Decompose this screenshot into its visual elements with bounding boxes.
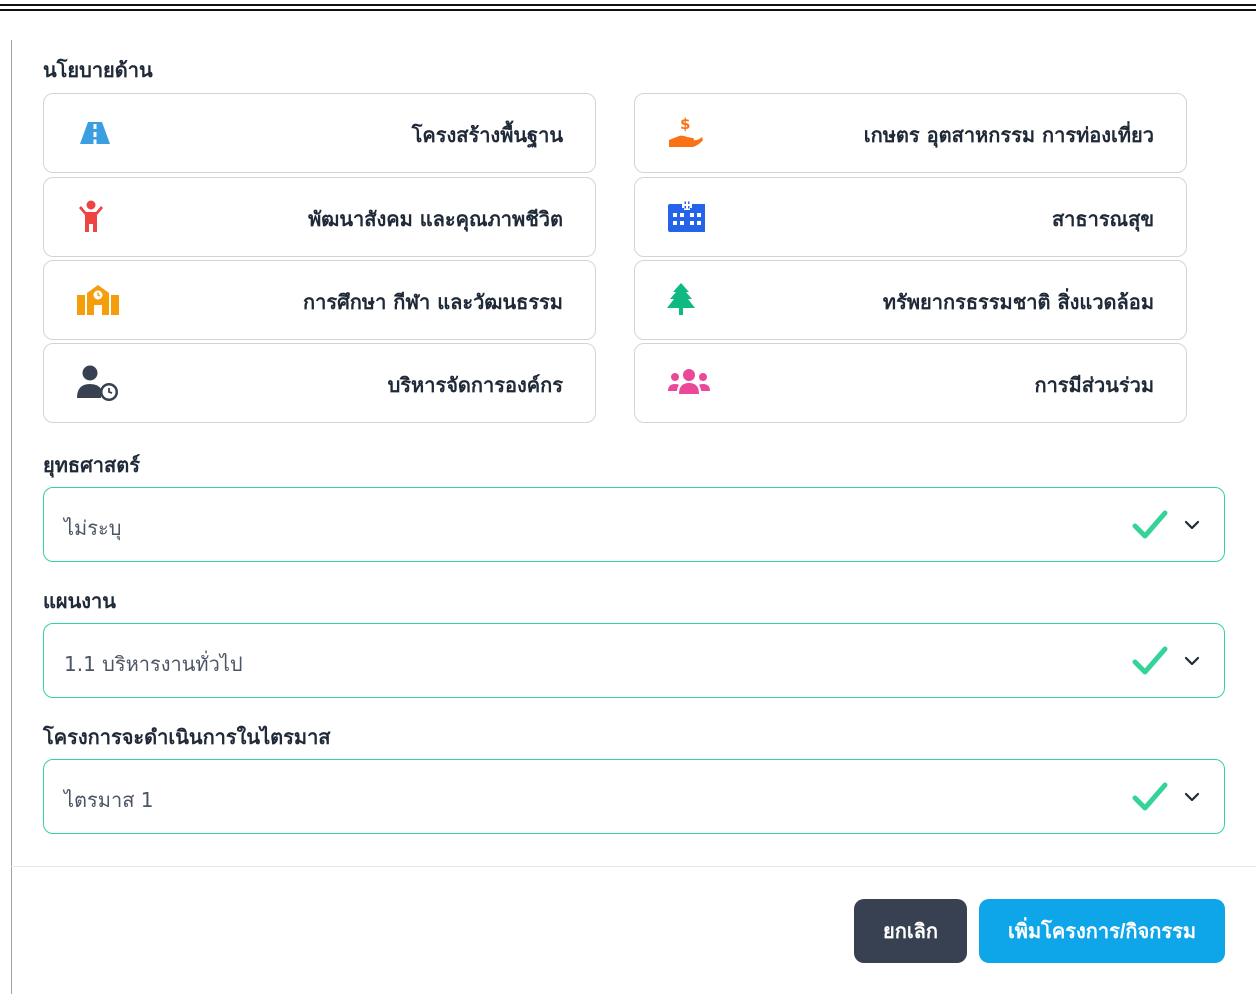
policy-card-label: โครงสร้างพื้นฐาน: [411, 123, 563, 147]
policy-card-education[interactable]: การศึกษา กีฬา และวัฒนธรรม: [43, 260, 596, 340]
chevron-down-icon[interactable]: [1182, 515, 1202, 535]
policy-card-label: การศึกษา กีฬา และวัฒนธรรม: [303, 290, 563, 314]
policy-card-management[interactable]: บริหารจัดการองค์กร: [43, 343, 596, 423]
quarter-label: โครงการจะดำเนินการในไตรมาส: [43, 725, 331, 749]
tree-icon: [667, 283, 695, 315]
policy-card-health[interactable]: สาธารณสุข: [634, 177, 1187, 257]
quarter-select-value: ไตรมาส 1: [64, 788, 154, 812]
chevron-down-icon[interactable]: [1182, 787, 1202, 807]
strategy-label: ยุทธศาสตร์: [43, 453, 140, 477]
strategy-select[interactable]: ไม่ระบุ: [43, 487, 1225, 562]
policy-heading: นโยบายด้าน: [43, 58, 153, 82]
plan-select[interactable]: 1.1 บริหารงานทั่วไป: [43, 623, 1225, 698]
top-border-line: [0, 4, 1256, 6]
top-border-line: [0, 9, 1256, 11]
check-icon: [1132, 646, 1168, 675]
policy-card-label: สาธารณสุข: [1051, 207, 1154, 231]
policy-card-agriculture[interactable]: $ เกษตร อุตสาหกรรม การท่องเที่ยว: [634, 93, 1187, 173]
policy-card-participation[interactable]: การมีส่วนร่วม: [634, 343, 1187, 423]
road-icon: [80, 122, 110, 144]
policy-card-infrastructure[interactable]: โครงสร้างพื้นฐาน: [43, 93, 596, 173]
policy-card-label: การมีส่วนร่วม: [1034, 373, 1154, 397]
chevron-down-icon[interactable]: [1182, 651, 1202, 671]
quarter-select[interactable]: ไตรมาส 1: [43, 759, 1225, 834]
footer-divider: [11, 866, 1256, 867]
policy-card-environment[interactable]: ทรัพยากรธรรมชาติ สิ่งแวดล้อม: [634, 260, 1187, 340]
child-icon: [79, 200, 103, 232]
user-clock-icon: [77, 365, 118, 401]
plan-select-value: 1.1 บริหารงานทั่วไป: [64, 652, 243, 676]
hand-money-icon: $: [669, 115, 703, 147]
hospital-icon: [668, 200, 705, 232]
check-icon: [1132, 782, 1168, 811]
plan-label: แผนงาน: [43, 589, 116, 613]
policy-card-label: บริหารจัดการองค์กร: [387, 373, 563, 397]
policy-card-label: พัฒนาสังคม และคุณภาพชีวิต: [308, 207, 563, 231]
school-icon: [77, 285, 119, 315]
policy-card-social[interactable]: พัฒนาสังคม และคุณภาพชีวิต: [43, 177, 596, 257]
cancel-button[interactable]: ยกเลิก: [854, 899, 967, 963]
users-icon: [668, 369, 710, 394]
policy-card-label: เกษตร อุตสาหกรรม การท่องเที่ยว: [863, 123, 1154, 147]
check-icon: [1132, 510, 1168, 539]
strategy-select-value: ไม่ระบุ: [64, 516, 122, 540]
add-project-button[interactable]: เพิ่มโครงการ/กิจกรรม: [979, 899, 1225, 963]
policy-card-label: ทรัพยากรธรรมชาติ สิ่งแวดล้อม: [882, 290, 1154, 314]
svg-text:$: $: [680, 115, 690, 133]
